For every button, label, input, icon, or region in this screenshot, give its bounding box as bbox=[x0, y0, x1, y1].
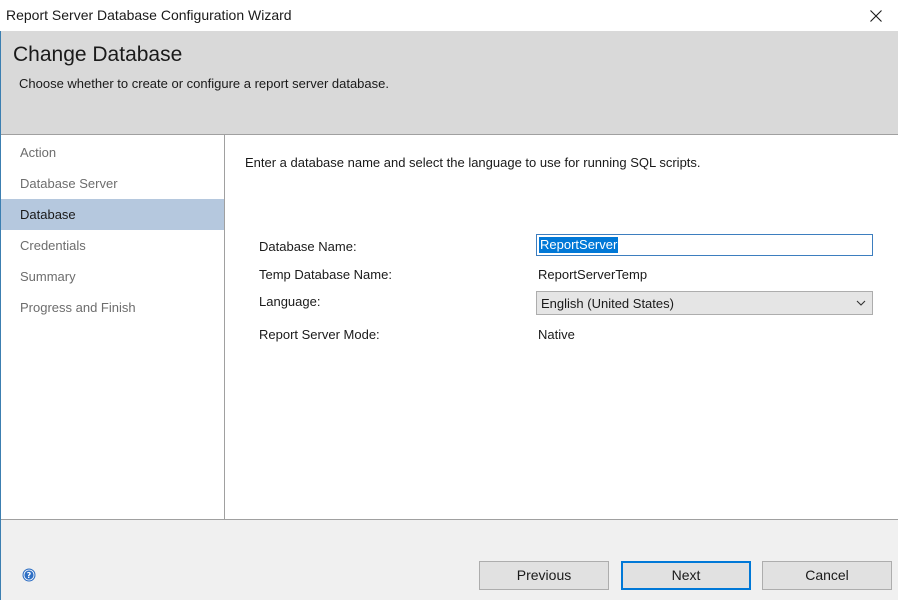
svg-text:?: ? bbox=[27, 571, 32, 580]
wizard-footer: ? Previous Next Cancel bbox=[1, 520, 898, 600]
temp-database-name-label: Temp Database Name: bbox=[259, 267, 392, 282]
language-select[interactable]: English (United States) bbox=[536, 291, 873, 315]
nav-item-progress-and-finish[interactable]: Progress and Finish bbox=[1, 292, 224, 323]
next-button[interactable]: Next bbox=[621, 561, 751, 590]
help-icon[interactable]: ? bbox=[22, 568, 36, 582]
nav-item-credentials[interactable]: Credentials bbox=[1, 230, 224, 261]
title-bar: Report Server Database Configuration Wiz… bbox=[0, 0, 899, 31]
temp-database-name-value: ReportServerTemp bbox=[538, 267, 648, 282]
chevron-down-icon bbox=[856, 300, 866, 306]
cancel-button[interactable]: Cancel bbox=[762, 561, 892, 590]
main-panel: Enter a database name and select the lan… bbox=[225, 134, 898, 520]
nav-item-summary[interactable]: Summary bbox=[1, 261, 224, 292]
nav-item-database[interactable]: Database bbox=[1, 199, 224, 230]
page-subtitle: Choose whether to create or configure a … bbox=[19, 76, 389, 91]
page-title: Change Database bbox=[13, 43, 183, 66]
wizard-header: Change Database Choose whether to create… bbox=[1, 31, 898, 134]
language-value: English (United States) bbox=[541, 296, 674, 311]
database-name-label: Database Name: bbox=[259, 239, 357, 254]
report-server-mode-value: Native bbox=[538, 327, 575, 342]
instructions-text: Enter a database name and select the lan… bbox=[245, 155, 701, 170]
language-label: Language: bbox=[259, 294, 321, 309]
window-title: Report Server Database Configuration Wiz… bbox=[6, 7, 292, 23]
database-name-input[interactable]: ReportServer bbox=[536, 234, 873, 256]
nav-item-database-server[interactable]: Database Server bbox=[1, 168, 224, 199]
previous-button[interactable]: Previous bbox=[479, 561, 609, 590]
close-button[interactable] bbox=[853, 0, 899, 31]
database-name-value: ReportServer bbox=[539, 237, 619, 253]
report-server-mode-label: Report Server Mode: bbox=[259, 327, 380, 342]
wizard-step-nav: Action Database Server Database Credenti… bbox=[1, 134, 225, 520]
nav-item-action[interactable]: Action bbox=[1, 137, 224, 168]
close-icon bbox=[870, 9, 882, 22]
